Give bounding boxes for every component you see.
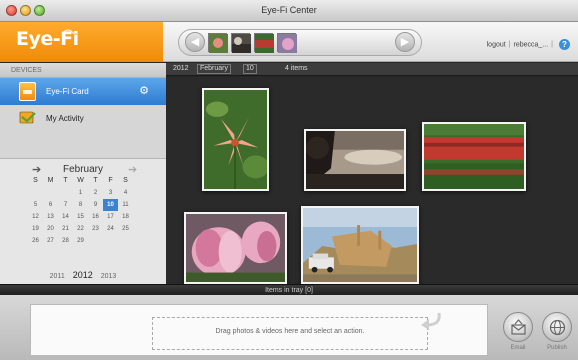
calendar-day[interactable]: 14 [58,211,73,223]
title-bar: Eye-Fi Center [0,0,578,22]
drop-zone-text: Drag photos & videos here and select an … [215,328,365,335]
calendar-day[interactable]: 9 [88,199,103,211]
publish-button[interactable] [542,312,572,342]
calendar-day[interactable]: 13 [43,211,58,223]
eyefi-center-window: Eye-Fi Center Eye-Fi ◀ ▶ logout | rebecc… [0,0,578,360]
weekday-header: W [77,177,84,184]
curved-arrow-icon [421,312,441,330]
eyefi-card-icon [19,82,36,101]
calendar-day[interactable]: 20 [43,223,58,235]
toolbar-item-count: 4 items [285,65,308,72]
email-button[interactable] [503,312,533,342]
calendar-empty-cell [43,187,58,199]
calendar-day[interactable]: 3 [103,187,118,199]
calendar-day[interactable]: 12 [28,211,43,223]
email-icon [511,319,526,335]
calendar-day[interactable]: 5 [28,199,43,211]
email-label: Email [510,345,526,351]
calendar-day[interactable]: 17 [103,211,118,223]
thumbnail-strip: ◀ ▶ [178,29,422,56]
calendar-day[interactable]: 23 [88,223,103,235]
help-icon[interactable]: ? [559,39,570,50]
thumbnail-tulip[interactable] [277,33,297,53]
sidebar-item-label: Eye-Fi Card [46,87,89,96]
calendar-day[interactable]: 2 [88,187,103,199]
gear-icon[interactable]: ⚙ [139,84,149,97]
globe-icon [549,319,566,336]
calendar-day[interactable]: 26 [28,235,43,247]
weekday-header: S [123,177,128,184]
calendar-day[interactable]: 22 [73,223,88,235]
weekday-header: T [63,177,68,184]
publish-label: Publish [547,345,567,351]
browse-toolbar: 2012 February 10 4 items [166,63,578,76]
wifi-wave-icon [61,29,75,35]
toolbar-month[interactable]: February [197,64,232,74]
sidebar-item-eyefi-card[interactable]: Eye-Fi Card ⚙ [0,78,166,105]
strip-prev-button[interactable]: ◀ [185,32,205,52]
calendar-day[interactable]: 7 [58,199,73,211]
photo-sunset[interactable] [304,129,406,191]
app-header: Eye-Fi ◀ ▶ logout | rebecca_... |? [0,22,578,62]
calendar-day[interactable]: 8 [73,199,88,211]
photo-lily[interactable] [202,88,269,191]
action-panel: Drag photos & videos here and select an … [0,295,578,360]
sidebar-item-label: My Activity [46,114,84,123]
calendar-day[interactable]: 24 [103,223,118,235]
weekday-header: T [93,177,98,184]
calendar-empty-cell [28,187,43,199]
photo-grid [166,77,578,284]
calendar-grid: S M T W T F S 1 2 3 4 5 6 7 8 9 10 11 12 13 14 15 16 17 18 19 20 21… [28,175,133,247]
drop-area[interactable]: Drag photos & videos here and select an … [30,304,488,356]
toolbar-year[interactable]: 2012 [173,65,189,72]
weekday-header: F [108,177,113,184]
calendar-day[interactable]: 27 [43,235,58,247]
calendar-day[interactable]: 25 [118,223,133,235]
year-2011[interactable]: 2011 [50,273,65,280]
activity-icon [19,111,36,124]
username-link[interactable]: rebecca_... [514,41,549,48]
year-selector: 2011 2012 2013 [0,270,166,280]
calendar-day[interactable]: 19 [28,223,43,235]
year-2012[interactable]: 2012 [73,270,93,280]
eyefi-logo: Eye-Fi [0,22,163,62]
weekday-header: M [47,177,54,184]
sidebar-item-my-activity[interactable]: My Activity [0,105,166,131]
calendar-day[interactable]: 11 [118,199,133,211]
devices-section-header: DEVICES [0,63,166,78]
window-title: Eye-Fi Center [261,5,317,15]
calendar-empty-cell [58,187,73,199]
calendar: ➔ February ➔ S M T W T F S 1 2 3 4 5 6 7 8 9 10 11 12 13 14 1… [0,158,166,284]
calendar-day[interactable]: 29 [73,235,88,247]
year-2013[interactable]: 2013 [101,273,117,280]
calendar-day[interactable]: 4 [118,187,133,199]
calendar-day[interactable]: 16 [88,211,103,223]
thumbnail-flower[interactable] [208,33,228,53]
calendar-day[interactable]: 6 [43,199,58,211]
photo-giraffes[interactable] [301,206,419,284]
strip-next-button[interactable]: ▶ [395,32,415,52]
thumbnail-garden[interactable] [254,33,274,53]
photo-tulip[interactable] [184,212,287,284]
calendar-empty-cell [88,235,103,247]
calendar-day[interactable]: 21 [58,223,73,235]
sidebar: DEVICES Eye-Fi Card ⚙ My Activity ➔ Febr… [0,63,166,284]
calendar-empty-cell [118,235,133,247]
user-bar: logout | rebecca_... |? [487,39,570,50]
calendar-day[interactable]: 15 [73,211,88,223]
calendar-day[interactable]: 18 [118,211,133,223]
photo-garden[interactable] [422,122,526,191]
calendar-day[interactable]: 1 [73,187,88,199]
logout-link[interactable]: logout [487,41,506,48]
drop-zone[interactable]: Drag photos & videos here and select an … [152,317,428,350]
thumbnail-sky[interactable] [231,33,251,53]
calendar-month: February [62,164,103,175]
calendar-day[interactable]: 10 [103,199,118,211]
toolbar-day[interactable]: 10 [243,64,257,74]
calendar-empty-cell [103,235,118,247]
weekday-header: S [33,177,38,184]
tray-bar: Items in tray [0] [0,284,578,295]
calendar-day[interactable]: 28 [58,235,73,247]
